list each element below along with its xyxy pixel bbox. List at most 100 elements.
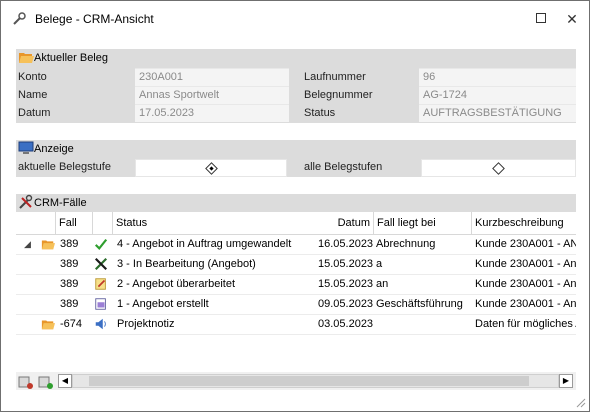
datum-label: Datum <box>18 107 51 119</box>
column-header-label: Status <box>116 217 148 229</box>
crm-section: CRM-Fälle <box>16 194 576 212</box>
status-value: AUFTRAGSBESTÄTIGUNG <box>419 104 576 122</box>
aktueller-beleg-section: Aktueller Beleg Konto 230A001 Laufnummer… <box>16 49 576 123</box>
name-value: Annas Sportwelt <box>135 86 289 104</box>
open-folder-icon <box>19 53 34 63</box>
expand-column-header <box>16 212 56 234</box>
add-record-icon[interactable] <box>38 374 54 390</box>
kurzbeschreibung-cell: Daten für mögliches A <box>475 318 576 330</box>
datum-cell: 15.05.2023 <box>318 278 374 290</box>
column-header-label: Datum <box>337 217 370 229</box>
scroll-right-button[interactable]: ▶ <box>559 374 573 388</box>
belegnummer-label: Belegnummer <box>304 89 373 101</box>
field-row: Konto 230A001 Laufnummer 96 <box>16 68 576 86</box>
datum-value: 17.05.2023 <box>135 104 289 122</box>
field-row: Datum 17.05.2023 Status AUFTRAGSBESTÄTIG… <box>16 104 576 122</box>
status-cell: 4 - Angebot in Auftrag umgewandelt <box>117 238 292 250</box>
anzeige-options-row: aktuelle Belegstufe alle Belegstufen <box>16 158 576 177</box>
crm-tools-icon <box>19 194 33 209</box>
datum-cell: 03.05.2023 <box>318 318 374 330</box>
belegnummer-value: AG-1724 <box>419 86 576 104</box>
datum-cell: 15.05.2023 <box>318 258 374 270</box>
field-row: Name Annas Sportwelt Belegnummer AG-1724 <box>16 86 576 104</box>
fall-liegt-bei-cell: Geschäftsführung <box>376 298 463 310</box>
fall-cell: 389 <box>60 278 79 290</box>
table-row[interactable]: ◢ 389 4 - Angebot in Auftrag umgewandelt… <box>16 234 576 255</box>
table-row[interactable]: 389 2 - Angebot überarbeitet 15.05.2023 … <box>16 274 576 295</box>
kurzbeschreibung-cell: Kunde 230A001 - An <box>475 258 576 270</box>
alle-belegstufen-radio[interactable] <box>421 159 576 177</box>
crm-header: CRM-Fälle <box>16 194 576 211</box>
remove-record-icon[interactable] <box>18 374 34 390</box>
grid-header: Fall Status Datum Fall liegt bei Kurzbes… <box>16 212 576 235</box>
new-document-icon <box>95 298 106 310</box>
status-cell: 1 - Angebot erstellt <box>117 298 209 310</box>
tools-icon <box>94 257 108 271</box>
edit-document-icon <box>95 278 106 290</box>
column-header-datum[interactable]: Datum <box>316 212 374 234</box>
aktueller-beleg-title: Aktueller Beleg <box>34 52 108 64</box>
laufnummer-value: 96 <box>419 68 576 86</box>
radio-unselected-icon <box>492 162 505 175</box>
title-bar: Belege - CRM-Ansicht ✕ <box>1 1 589 35</box>
status-cell: 3 - In Bearbeitung (Angebot) <box>117 258 256 270</box>
crm-title: CRM-Fälle <box>34 197 87 209</box>
bottom-toolbar: ◀ ▶ <box>16 372 576 390</box>
fall-liegt-bei-cell: Abrechnung <box>376 238 436 250</box>
kurzbeschreibung-cell: Kunde 230A001 - An <box>475 298 576 310</box>
arrow-left-icon: ◀ <box>61 376 69 385</box>
laufnummer-label: Laufnummer <box>304 71 366 83</box>
column-header-label: Fall <box>59 217 77 229</box>
close-icon: ✕ <box>566 11 578 27</box>
status-cell: 2 - Angebot überarbeitet <box>117 278 236 290</box>
fall-liegt-bei-cell <box>376 314 471 334</box>
anzeige-section: Anzeige aktuelle Belegstufe alle Belegst… <box>16 140 576 177</box>
table-row[interactable]: -674 Projektnotiz 03.05.2023 Daten für m… <box>16 314 576 335</box>
monitor-icon <box>18 141 34 154</box>
aktueller-beleg-header: Aktueller Beleg <box>16 49 576 66</box>
collapse-arrow-icon[interactable]: ◢ <box>24 234 31 254</box>
crm-window: Belege - CRM-Ansicht ✕ Aktueller Beleg K… <box>0 0 590 412</box>
column-header-fall-liegt-bei[interactable]: Fall liegt bei <box>374 212 472 234</box>
window-title: Belege - CRM-Ansicht <box>35 12 154 26</box>
fall-cell: 389 <box>60 238 79 250</box>
fall-liegt-bei-cell: a <box>376 258 383 270</box>
alle-belegstufen-label: alle Belegstufen <box>304 161 383 173</box>
anzeige-header: Anzeige <box>16 140 576 157</box>
column-header-label: Fall liegt bei <box>377 217 436 229</box>
table-row[interactable]: 389 1 - Angebot erstellt 09.05.2023 Gesc… <box>16 294 576 315</box>
close-button[interactable]: ✕ <box>562 9 582 29</box>
crm-grid: Fall Status Datum Fall liegt bei Kurzbes… <box>16 212 576 372</box>
scrollbar-thumb[interactable] <box>89 376 529 386</box>
scroll-left-button[interactable]: ◀ <box>58 374 72 388</box>
datum-cell: 16.05.2023 <box>318 238 374 250</box>
status-label: Status <box>304 107 336 119</box>
aktuelle-belegstufe-radio[interactable] <box>135 159 287 177</box>
folder-icon <box>41 240 55 250</box>
column-header-kurzbeschreibung[interactable]: Kurzbeschreibung <box>472 212 576 234</box>
maximize-button[interactable] <box>531 9 551 29</box>
kurzbeschreibung-cell: Kunde 230A001 - AN <box>475 238 576 250</box>
wrench-icon <box>13 12 26 25</box>
konto-label: Konto <box>18 71 47 83</box>
fall-cell: 389 <box>60 258 79 270</box>
name-label: Name <box>18 89 48 101</box>
fall-cell: -674 <box>60 318 83 330</box>
kurzbeschreibung-cell: Kunde 230A001 - An <box>475 278 576 290</box>
datum-cell: 09.05.2023 <box>318 298 374 310</box>
konto-value: 230A001 <box>135 68 289 86</box>
icon-column-header <box>93 212 113 234</box>
aktuelle-belegstufe-label: aktuelle Belegstufe <box>18 161 111 173</box>
column-header-fall[interactable]: Fall <box>56 212 93 234</box>
anzeige-title: Anzeige <box>34 143 74 155</box>
table-row[interactable]: 389 3 - In Bearbeitung (Angebot) 15.05.2… <box>16 254 576 275</box>
arrow-right-icon: ▶ <box>562 376 570 385</box>
fall-cell: 389 <box>60 298 79 310</box>
resize-grip-icon[interactable] <box>576 398 586 408</box>
maximize-icon <box>536 13 546 24</box>
folder-icon <box>41 320 55 330</box>
speaker-icon <box>95 318 106 330</box>
check-icon <box>94 238 108 251</box>
radio-selected-icon <box>205 162 218 175</box>
status-cell: Projektnotiz <box>117 318 175 330</box>
